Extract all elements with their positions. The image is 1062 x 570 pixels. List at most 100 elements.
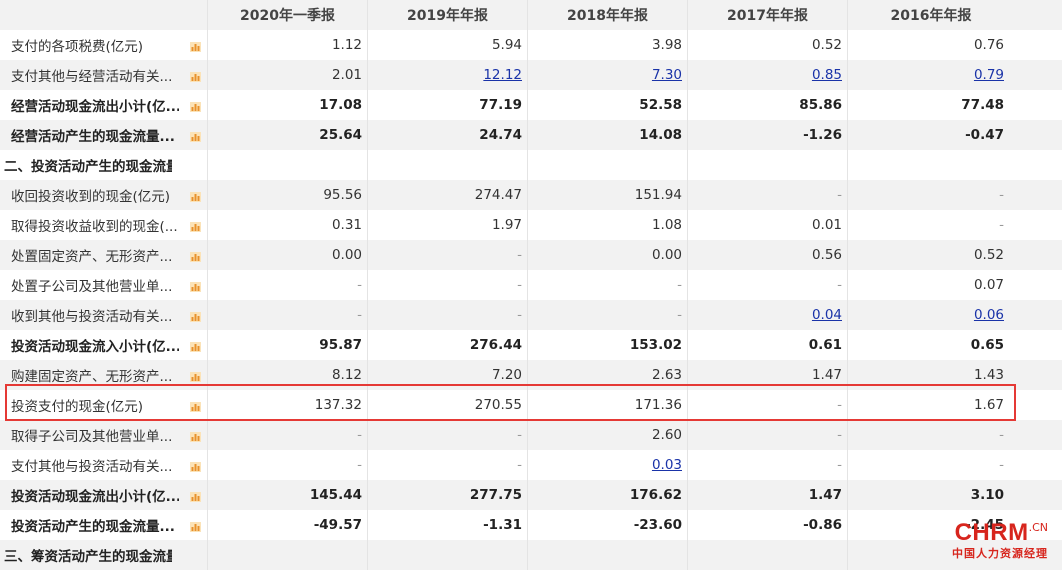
value-cell: - <box>688 420 848 450</box>
value-cell: 95.87 <box>208 330 368 360</box>
chrm-watermark: CHRM.CN 中国人力资源经理 <box>952 521 1048 561</box>
row-label-cell: 支付其他与经营活动有关... <box>0 60 208 90</box>
value-link[interactable]: 0.04 <box>812 307 842 323</box>
value-link[interactable]: 7.30 <box>652 67 682 83</box>
value-cell <box>688 540 848 570</box>
row-label: 经营活动产生的现金流量... <box>11 129 175 145</box>
value-text: 1.47 <box>808 487 842 503</box>
value-cell: 1.97 <box>368 210 528 240</box>
table-header: 2020年一季报 2019年年报 2018年年报 2017年年报 2016年年报 <box>0 0 1062 30</box>
row-label: 支付其他与投资活动有关... <box>11 459 173 475</box>
value-text: 2.63 <box>651 367 682 383</box>
bar-chart-icon[interactable] <box>190 310 201 322</box>
bar-chart-icon[interactable] <box>190 70 201 82</box>
value-cell: - <box>208 420 368 450</box>
column-header[interactable]: 2017年年报 <box>688 0 848 30</box>
value-link[interactable]: 0.03 <box>652 457 682 473</box>
value-text: -23.60 <box>633 517 682 533</box>
value-cell: 0.61 <box>688 330 848 360</box>
value-text: -1.26 <box>803 127 842 143</box>
bar-chart-icon[interactable] <box>190 40 201 52</box>
value-text: - <box>517 277 522 293</box>
value-cell: 1.47 <box>688 480 848 510</box>
row-label-cell: 支付的各项税费(亿元) <box>0 30 208 60</box>
value-text: 0.07 <box>973 277 1004 293</box>
value-text: - <box>837 427 842 443</box>
value-text: - <box>837 277 842 293</box>
value-cell: 5.94 <box>368 30 528 60</box>
table-row: 收到其他与投资活动有关... - - - 0.04 0.06 <box>0 300 1062 330</box>
value-link[interactable]: 12.12 <box>483 67 522 83</box>
value-text: 17.08 <box>319 97 362 113</box>
bar-chart-icon[interactable] <box>190 430 201 442</box>
value-cell: - <box>208 300 368 330</box>
value-cell: 12.12 <box>368 60 528 90</box>
value-cell: 0.06 <box>848 300 1014 330</box>
value-cell: - <box>528 300 688 330</box>
value-cell: 276.44 <box>368 330 528 360</box>
value-text: 2.60 <box>651 427 682 443</box>
bar-chart-icon[interactable] <box>190 220 201 232</box>
value-cell: 0.52 <box>848 240 1014 270</box>
value-cell: 77.48 <box>848 90 1014 120</box>
column-header[interactable]: 2016年年报 <box>848 0 1014 30</box>
table-row: 经营活动产生的现金流量... 25.64 24.74 14.08 -1.26 -0.47 <box>0 120 1062 150</box>
value-cell: 24.74 <box>368 120 528 150</box>
header-blank-cell <box>0 0 208 30</box>
column-header[interactable]: 2020年一季报 <box>208 0 368 30</box>
bar-chart-icon[interactable] <box>190 460 201 472</box>
value-text: - <box>357 307 362 323</box>
value-cell: - <box>528 270 688 300</box>
value-link[interactable]: 0.85 <box>812 67 842 83</box>
value-text: - <box>677 277 682 293</box>
value-text: 85.86 <box>799 97 842 113</box>
row-label: 处置子公司及其他营业单... <box>11 279 173 295</box>
value-cell: 17.08 <box>208 90 368 120</box>
value-text: 1.47 <box>811 367 842 383</box>
value-link[interactable]: 0.06 <box>974 307 1004 323</box>
value-cell: - <box>368 240 528 270</box>
row-label: 取得投资收益收到的现金(... <box>11 219 178 235</box>
value-text: 1.97 <box>491 217 522 233</box>
value-cell: 52.58 <box>528 90 688 120</box>
bar-chart-icon[interactable] <box>190 250 201 262</box>
row-label-cell: 处置子公司及其他营业单... <box>0 270 208 300</box>
row-label: 投资活动现金流入小计(亿... <box>11 339 179 355</box>
value-text: 0.31 <box>331 217 362 233</box>
value-text: 14.08 <box>639 127 682 143</box>
bar-chart-icon[interactable] <box>190 130 201 142</box>
value-cell: 0.65 <box>848 330 1014 360</box>
bar-chart-icon[interactable] <box>190 190 201 202</box>
value-text: 5.94 <box>491 37 522 53</box>
bar-chart-icon[interactable] <box>190 370 201 382</box>
value-link[interactable]: 0.79 <box>974 67 1004 83</box>
bar-chart-icon[interactable] <box>190 490 201 502</box>
table-row: 收回投资收到的现金(亿元) 95.56 274.47 151.94 - - <box>0 180 1062 210</box>
value-cell: 0.56 <box>688 240 848 270</box>
bar-chart-icon[interactable] <box>190 340 201 352</box>
value-text: 0.76 <box>973 37 1004 53</box>
value-cell: 176.62 <box>528 480 688 510</box>
value-cell: 277.75 <box>368 480 528 510</box>
value-text: - <box>357 427 362 443</box>
value-text: 0.61 <box>808 337 842 353</box>
watermark-brand: CHRM <box>954 519 1029 546</box>
value-cell: - <box>368 270 528 300</box>
value-cell: 145.44 <box>208 480 368 510</box>
column-header[interactable]: 2019年年报 <box>368 0 528 30</box>
value-cell <box>368 150 528 180</box>
value-text: 153.02 <box>629 337 682 353</box>
value-text: - <box>357 457 362 473</box>
bar-chart-icon[interactable] <box>190 100 201 112</box>
bar-chart-icon[interactable] <box>190 520 201 532</box>
column-header[interactable]: 2018年年报 <box>528 0 688 30</box>
row-label-cell: 三、筹资活动产生的现金流量: <box>0 540 208 570</box>
bar-chart-icon[interactable] <box>190 280 201 292</box>
row-label: 投资活动现金流出小计(亿... <box>11 489 179 505</box>
value-cell: - <box>688 270 848 300</box>
value-cell: 95.56 <box>208 180 368 210</box>
value-text: 77.48 <box>961 97 1004 113</box>
table-row: 取得投资收益收到的现金(... 0.31 1.97 1.08 0.01 - <box>0 210 1062 240</box>
value-cell: 1.08 <box>528 210 688 240</box>
value-text: -1.31 <box>483 517 522 533</box>
